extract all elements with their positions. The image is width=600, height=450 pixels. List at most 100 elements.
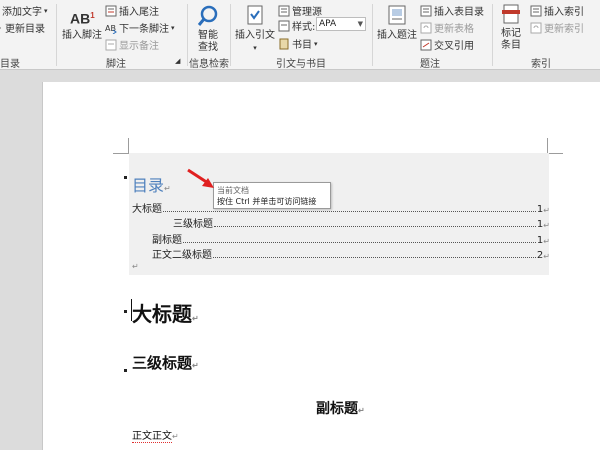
insert-table-of-figures-button[interactable]: 插入表目录 (420, 3, 484, 18)
toc-entry[interactable]: 三级标题 1 ↵ (173, 215, 550, 230)
hyperlink-tooltip: 当前文档 按住 Ctrl 并单击可访问链接 (213, 182, 331, 209)
show-notes-label: 显示备注 (119, 41, 159, 52)
update-index-button[interactable]: 更新索引 (530, 20, 584, 35)
paragraph-mark: ↵ (192, 314, 199, 323)
insert-caption-button[interactable]: 插入题注 (376, 4, 418, 42)
footnote-superscript-glyph: 1 (90, 11, 95, 20)
insert-endnote-button[interactable]: 插入尾注 (105, 3, 159, 18)
subtitle[interactable]: 副标题↵ (316, 398, 365, 418)
add-text-label: 添加文字 (2, 7, 42, 18)
toc-leader (213, 257, 536, 258)
bibliography-button[interactable]: 书目 ▾ (278, 36, 318, 51)
tooltip-title: 当前文档 (217, 186, 249, 195)
footnote-dialog-launcher[interactable]: ◢ (175, 57, 180, 65)
update-index-icon (530, 22, 542, 33)
svg-text:AB: AB (105, 24, 116, 33)
chevron-down-icon: ▾ (44, 6, 48, 15)
subtitle-text: 副标题 (316, 400, 358, 416)
update-toc-label: 更新目录 (5, 24, 45, 35)
group-separator (187, 4, 188, 66)
toc-title-text: 目录 (132, 178, 165, 195)
insert-endnote-icon (105, 5, 117, 16)
paragraph-bullet (124, 369, 127, 372)
insert-caption-icon (388, 5, 406, 25)
group-separator (372, 4, 373, 66)
mark-entry-label-line1: 标记 (501, 28, 521, 39)
show-notes-button[interactable]: 显示备注 (105, 37, 159, 52)
paragraph-mark: ↵ (543, 252, 550, 261)
manage-sources-icon (278, 5, 290, 16)
heading-1[interactable]: 大标题↵ (132, 298, 199, 327)
chevron-down-icon: ▾ (171, 23, 175, 32)
toc-leader (183, 242, 536, 243)
cross-reference-icon (420, 39, 432, 50)
group-separator (56, 4, 57, 66)
insert-citation-button[interactable]: 插入引文 ▾ (234, 4, 276, 54)
toc-entry-text: 大标题 (132, 204, 162, 215)
chevron-down-icon: ▾ (253, 44, 257, 52)
style-selector: 样式: (278, 18, 315, 33)
insert-citation-label: 插入引文 (235, 30, 275, 41)
body-paragraph[interactable]: 正文正文↵ (132, 427, 179, 443)
toc-entry-text: 副标题 (152, 235, 182, 246)
mark-entry-button[interactable]: 标记 条目 (496, 2, 526, 52)
table-of-figures-icon (420, 5, 432, 16)
footnote-group-label: 脚注 (106, 59, 126, 70)
update-table-button[interactable]: 更新表格 (420, 20, 474, 35)
insert-index-icon (530, 5, 542, 16)
insert-caption-label: 插入题注 (377, 30, 417, 41)
smart-lookup-label-line1: 智能 (198, 30, 218, 41)
style-label: 样式: (292, 22, 316, 33)
insert-footnote-label: 插入脚注 (62, 30, 102, 41)
paragraph-bullet (124, 176, 127, 179)
citations-group-label: 引文与书目 (276, 59, 326, 70)
crop-mark (113, 138, 129, 154)
paragraph-mark: ↵ (358, 406, 365, 415)
heading-1-text: 大标题 (132, 304, 192, 326)
heading-3-text: 三级标题 (132, 355, 193, 372)
update-toc-icon (0, 26, 1, 29)
heading-3[interactable]: 三级标题↵ (132, 352, 199, 373)
group-separator (230, 4, 231, 66)
next-footnote-button[interactable]: AB 下一条脚注 ▾ (105, 20, 175, 36)
chevron-down-icon: ▾ (314, 39, 318, 48)
bibliography-label: 书目 (292, 40, 312, 51)
toc-entry-text: 正文二级标题 (152, 250, 212, 261)
style-combobox[interactable]: APA ▼ (316, 17, 366, 31)
paragraph-bullet (124, 310, 127, 313)
mark-entry-icon (502, 4, 520, 24)
manage-sources-button[interactable]: 管理源 (278, 3, 322, 18)
group-separator (492, 4, 493, 66)
cross-reference-button[interactable]: 交叉引用 (420, 37, 474, 52)
toc-entry[interactable]: 正文二级标题 2 ↵ (152, 246, 550, 261)
insert-table-of-figures-label: 插入表目录 (434, 7, 484, 18)
toc-entry-text: 三级标题 (173, 219, 213, 230)
smart-lookup-button[interactable]: 智能 查找 (192, 4, 224, 54)
insert-index-label: 插入索引 (544, 7, 584, 18)
paragraph-mark: ↵ (132, 262, 139, 271)
paragraph-mark: ↵ (543, 206, 550, 215)
bibliography-icon (279, 38, 289, 49)
insert-footnote-icon: AB1 (70, 4, 95, 28)
footnote-ab-glyph: AB (70, 10, 91, 27)
show-notes-icon (105, 39, 117, 50)
mark-entry-label-line2: 条目 (501, 40, 521, 51)
next-footnote-icon: AB (105, 24, 117, 34)
update-toc-button[interactable]: 更新目录 (0, 20, 45, 35)
paragraph-mark: ↵ (172, 432, 179, 441)
paragraph-mark: ↵ (164, 184, 171, 193)
smart-lookup-icon (197, 5, 218, 26)
toc-entry[interactable]: 副标题 1 ↵ (152, 231, 550, 246)
cross-reference-label: 交叉引用 (434, 41, 474, 52)
toc-entry[interactable]: 大标题 1 ↵ (132, 200, 550, 215)
insert-endnote-label: 插入尾注 (119, 7, 159, 18)
add-text-button[interactable]: 添加文字 ▾ (2, 3, 48, 19)
update-table-label: 更新表格 (434, 24, 474, 35)
toc-leader (163, 211, 536, 212)
paragraph-mark: ↵ (543, 221, 550, 230)
body-text: 正文正文 (132, 431, 172, 443)
captions-group-label: 题注 (420, 59, 440, 70)
insert-footnote-button[interactable]: AB1 插入脚注 (62, 4, 102, 42)
insert-index-button[interactable]: 插入索引 (530, 3, 584, 18)
insert-citation-icon (247, 5, 263, 25)
